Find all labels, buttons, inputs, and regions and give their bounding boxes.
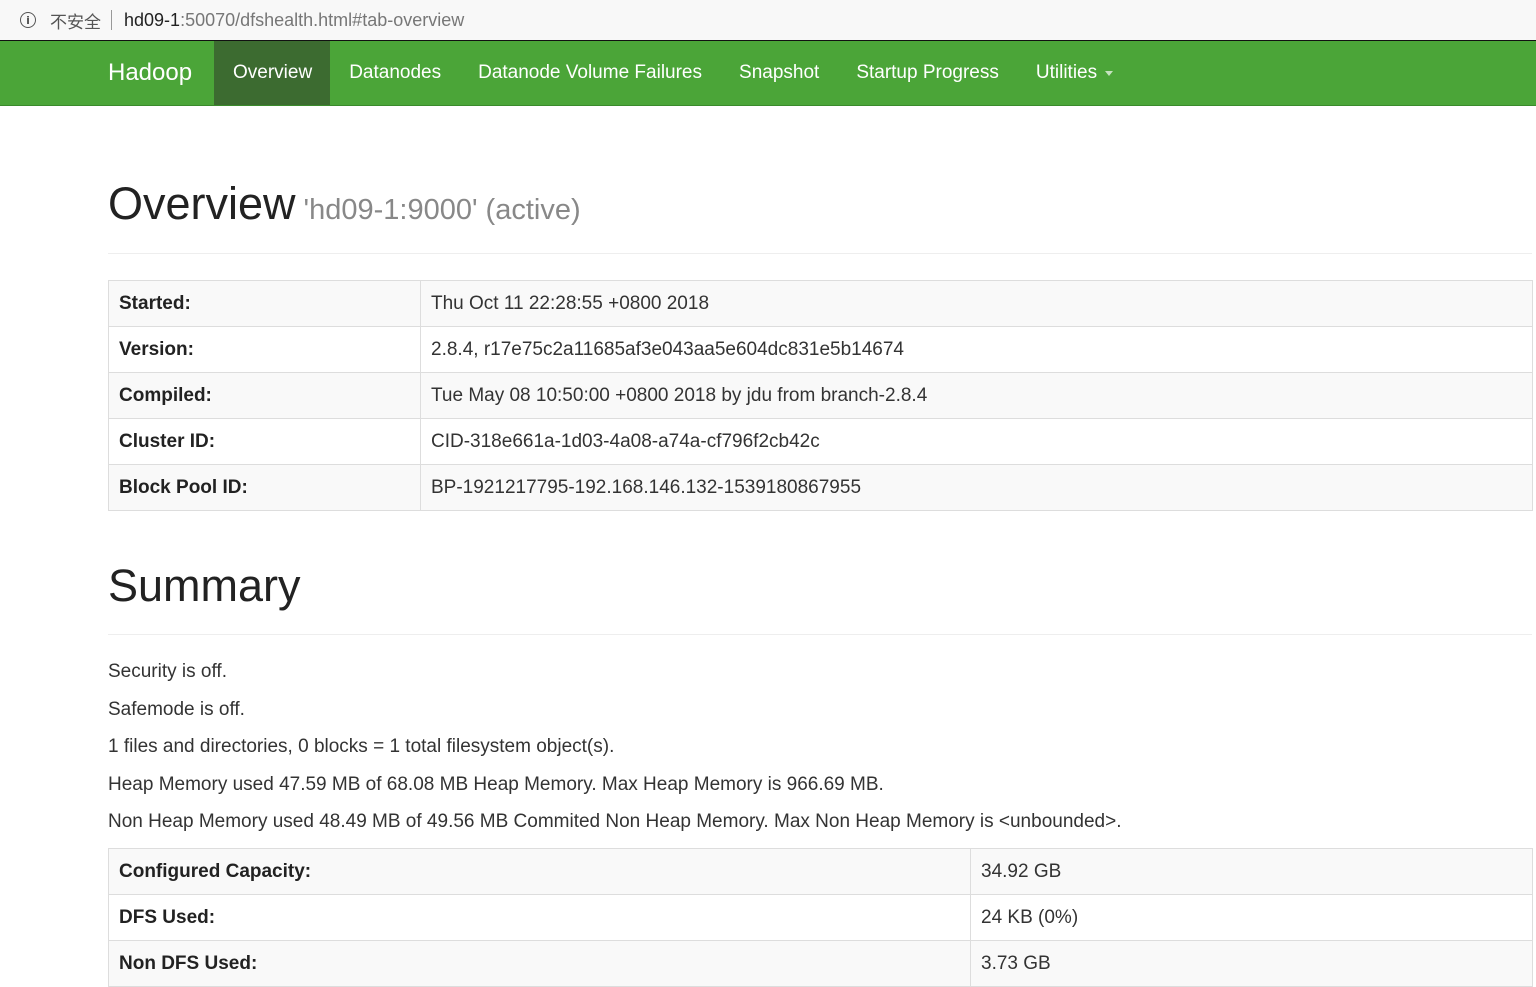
version-key: Version:: [108, 326, 421, 373]
info-icon[interactable]: i: [20, 12, 36, 28]
url-host: hd09-1: [124, 9, 181, 30]
compiled-key: Compiled:: [108, 372, 421, 419]
summary-title: Summary: [108, 560, 301, 611]
block-pool-id-key: Block Pool ID:: [108, 464, 421, 511]
nav-utilities-dropdown[interactable]: Utilities: [1017, 41, 1131, 105]
capacity-table: Configured Capacity: 34.92 GB DFS Used: …: [108, 848, 1533, 987]
safemode-status: Safemode is off.: [108, 698, 245, 720]
navbar: Hadoop Overview Datanodes Datanode Volum…: [0, 41, 1536, 106]
configured-capacity-value: 34.92 GB: [970, 848, 1533, 895]
nav-datanode-volume-failures[interactable]: Datanode Volume Failures: [459, 41, 720, 105]
block-pool-id-value: BP-1921217795-192.168.146.132-1539180867…: [420, 464, 1533, 511]
summary-header: Summary: [108, 540, 1532, 635]
version-value: 2.8.4, r17e75c2a11685af3e043aa5e604dc831…: [420, 326, 1533, 373]
non-heap-memory: Non Heap Memory used 48.49 MB of 49.56 M…: [108, 811, 1122, 832]
compiled-value: Tue May 08 10:50:00 +0800 2018 by jdu fr…: [420, 372, 1533, 419]
namenode-subtitle: 'hd09-1:9000' (active): [303, 194, 581, 226]
heap-memory: Heap Memory used 47.59 MB of 68.08 MB He…: [108, 773, 884, 795]
nav-datanodes[interactable]: Datanodes: [330, 41, 459, 105]
security-status: Security is off.: [108, 661, 227, 682]
overview-title: Overview'hd09-1:9000' (active): [108, 178, 581, 230]
configured-capacity-key: Configured Capacity:: [108, 848, 971, 895]
table-row: Compiled: Tue May 08 10:50:00 +0800 2018…: [108, 372, 1533, 419]
dfs-used-value: 24 KB (0%): [970, 894, 1533, 941]
caret-down-icon: [1105, 70, 1114, 76]
nav-overview[interactable]: Overview: [214, 41, 331, 105]
brand-link[interactable]: Hadoop: [108, 41, 214, 105]
nav-utilities-label: Utilities: [1035, 62, 1098, 83]
overview-title-text: Overview: [108, 178, 296, 229]
table-row: DFS Used: 24 KB (0%): [108, 894, 1533, 941]
nav-startup-progress[interactable]: Startup Progress: [837, 41, 1017, 105]
filesystem-objects: 1 files and directories, 0 blocks = 1 to…: [108, 736, 615, 757]
overview-table: Started: Thu Oct 11 22:28:55 +0800 2018 …: [108, 280, 1533, 511]
table-row: Version: 2.8.4, r17e75c2a11685af3e043aa5…: [108, 326, 1533, 373]
table-row: Started: Thu Oct 11 22:28:55 +0800 2018: [108, 280, 1533, 327]
table-row: Block Pool ID: BP-1921217795-192.168.146…: [108, 464, 1533, 511]
started-value: Thu Oct 11 22:28:55 +0800 2018: [420, 280, 1533, 327]
address-bar[interactable]: i 不安全 hd09-1:50070/dfshealth.html#tab-ov…: [0, 0, 1536, 41]
nav-snapshot[interactable]: Snapshot: [720, 41, 837, 105]
table-row: Configured Capacity: 34.92 GB: [108, 848, 1533, 895]
overview-header: Overview'hd09-1:9000' (active): [108, 150, 1532, 254]
insecure-label: 不安全: [50, 12, 101, 33]
address-divider: [111, 10, 112, 30]
cluster-id-value: CID-318e661a-1d03-4a08-a74a-cf796f2cb42c: [420, 418, 1533, 465]
table-row: Cluster ID: CID-318e661a-1d03-4a08-a74a-…: [108, 418, 1533, 465]
url-path: :50070/dfshealth.html#tab-overview: [180, 9, 465, 30]
url-text[interactable]: hd09-1:50070/dfshealth.html#tab-overview: [124, 10, 464, 31]
dfs-used-key: DFS Used:: [108, 894, 971, 941]
started-key: Started:: [108, 280, 421, 327]
summary-lines: Security is off. Safemode is off. 1 file…: [108, 655, 1121, 843]
cluster-id-key: Cluster ID:: [108, 418, 421, 465]
